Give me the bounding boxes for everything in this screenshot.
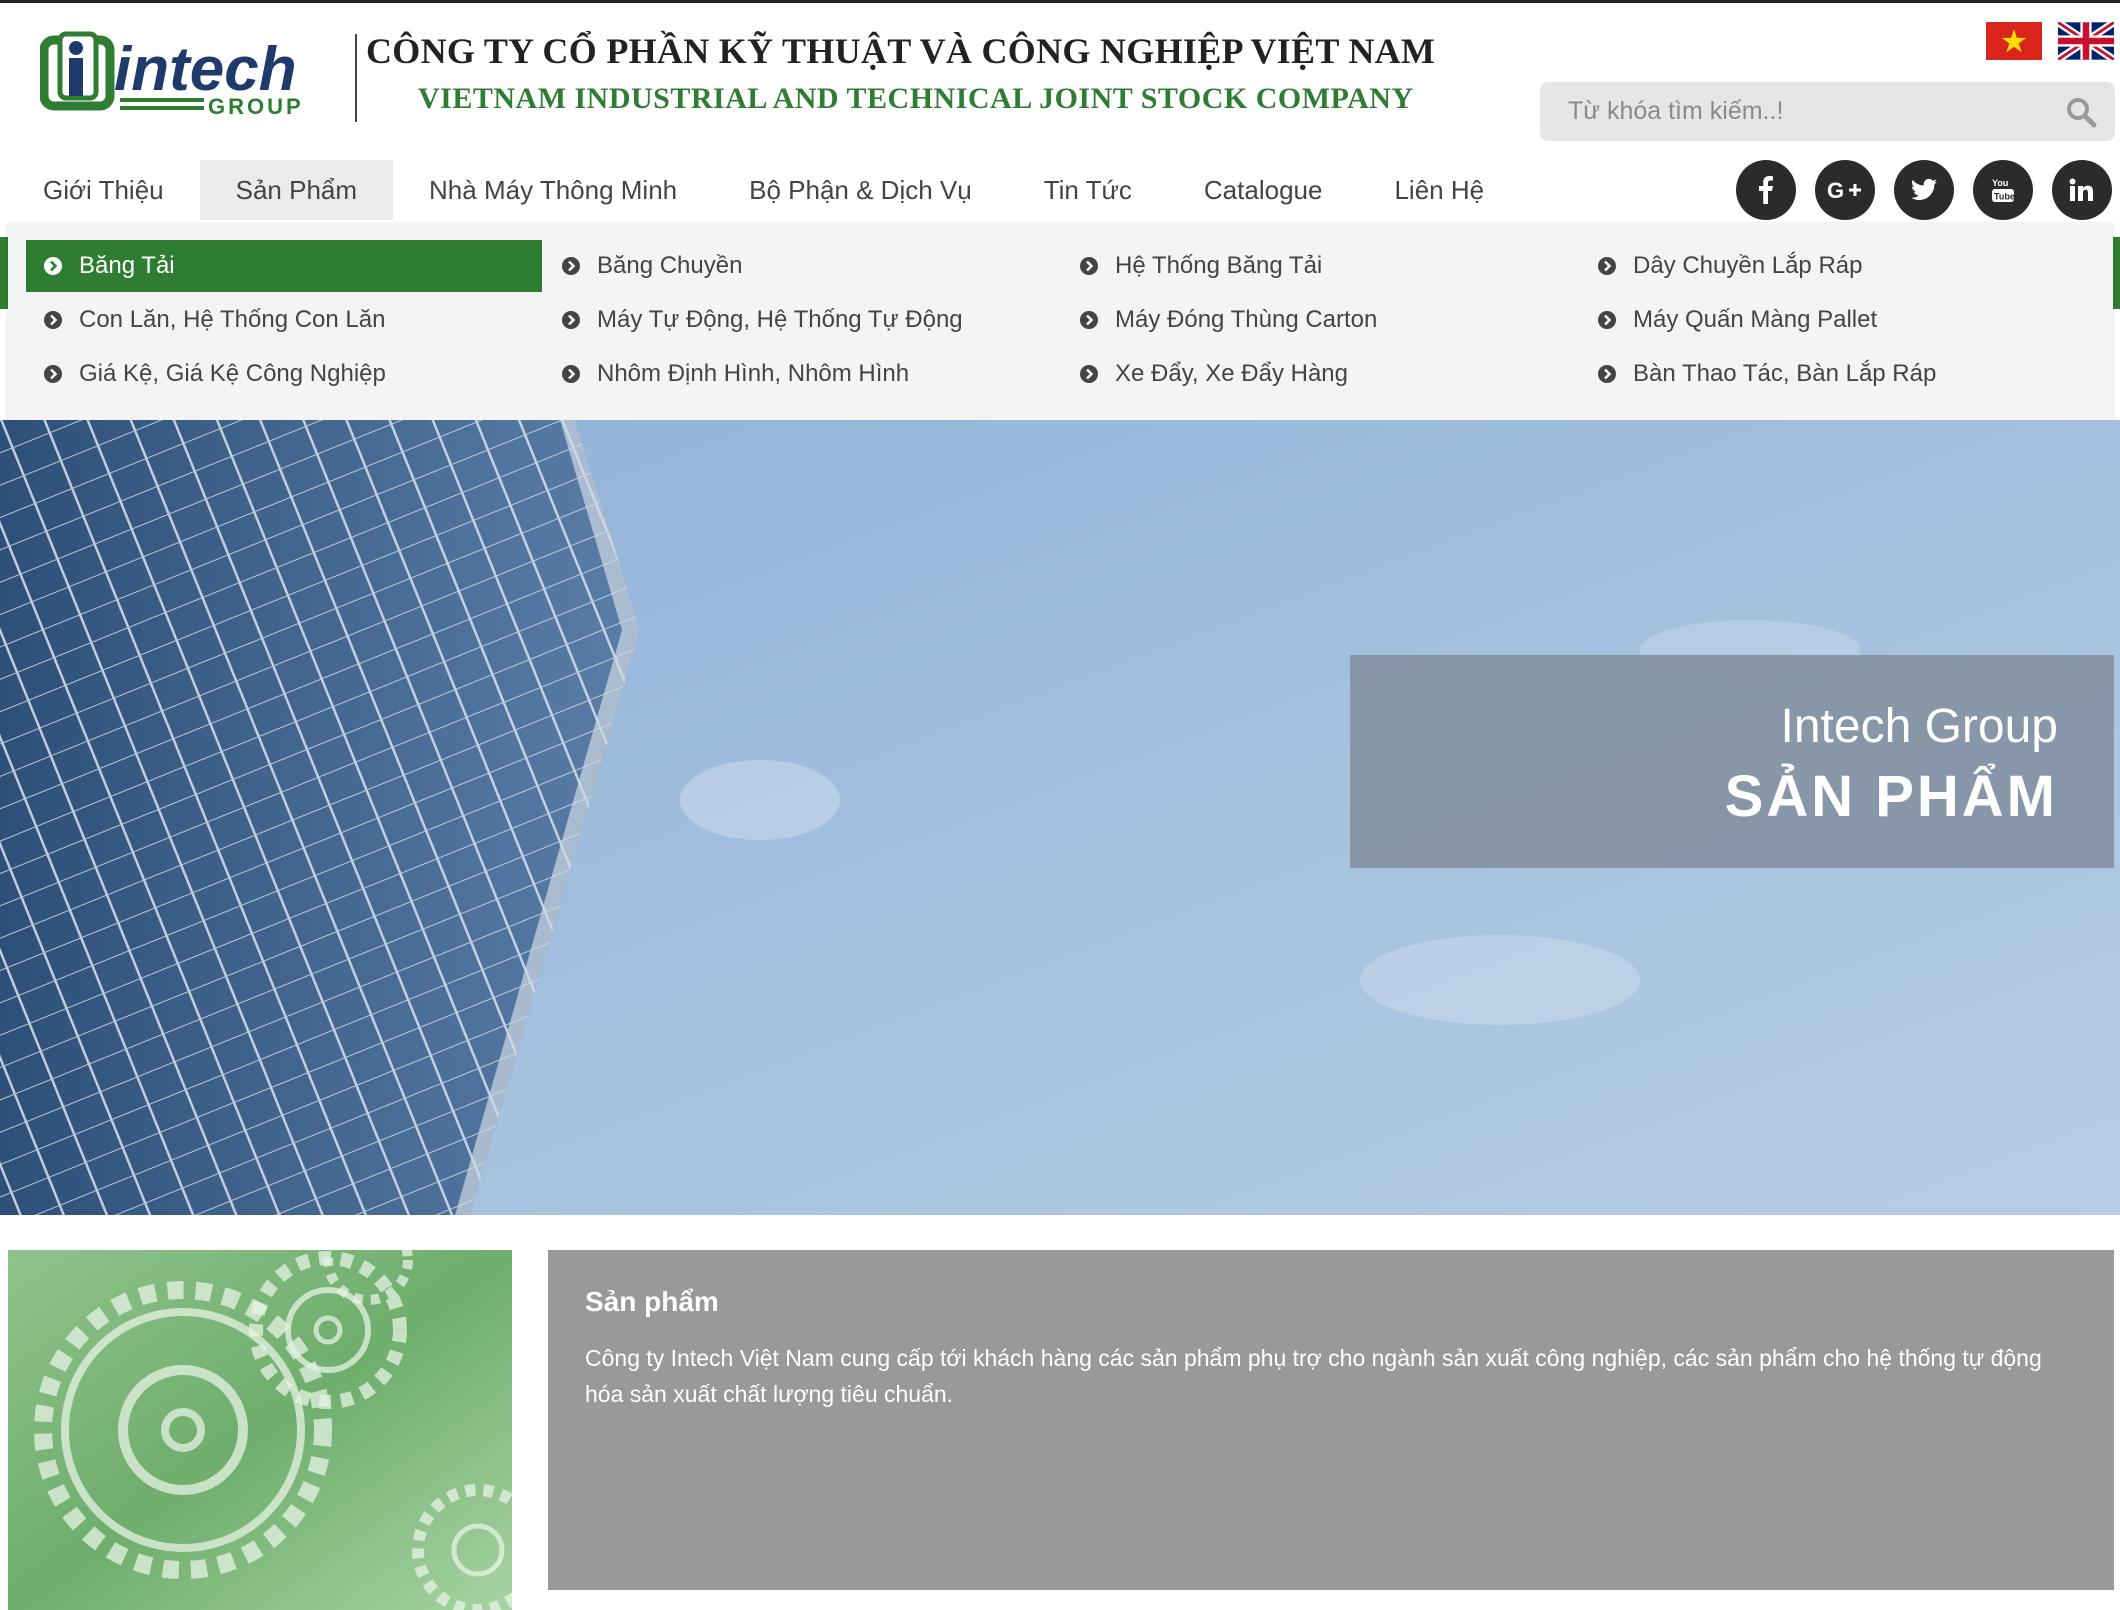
dropdown-item-label: Dây Chuyền Lắp Ráp bbox=[1633, 252, 1863, 279]
dropdown-item-may-dong-thung-carton[interactable]: Máy Đóng Thùng Carton bbox=[1062, 294, 1578, 346]
info-description: Công ty Intech Việt Nam cung cấp tới khá… bbox=[585, 1345, 2042, 1407]
chevron-circle-right-icon bbox=[1080, 365, 1098, 383]
svg-text:Tube: Tube bbox=[1994, 192, 2015, 202]
company-name-en: VIETNAM INDUSTRIAL AND TECHNICAL JOINT S… bbox=[418, 82, 1414, 115]
dropdown-item-label: Băng Tải bbox=[79, 252, 175, 279]
dropdown-item-bang-tai[interactable]: Băng Tải bbox=[26, 240, 542, 292]
chevron-circle-right-icon bbox=[1598, 365, 1616, 383]
hero-subtitle: Intech Group bbox=[1780, 700, 2059, 753]
dropdown-item-label: Xe Đẩy, Xe Đẩy Hàng bbox=[1115, 360, 1349, 387]
logo-divider bbox=[355, 34, 357, 122]
dropdown-item-xe-day[interactable]: Xe Đẩy, Xe Đẩy Hàng bbox=[1062, 348, 1578, 400]
chevron-circle-right-icon bbox=[1598, 311, 1616, 329]
dropdown-item-bang-chuyen[interactable]: Băng Chuyền bbox=[544, 240, 1060, 292]
search-box bbox=[1540, 82, 2115, 141]
nav-item-tin-tuc[interactable]: Tin Tức bbox=[1008, 160, 1168, 220]
chevron-circle-right-icon bbox=[44, 257, 62, 275]
nav-item-san-pham[interactable]: Sản Phẩm bbox=[199, 160, 394, 220]
chevron-circle-right-icon bbox=[1080, 257, 1098, 275]
dropdown-item-may-quan-mang-pallet[interactable]: Máy Quấn Màng Pallet bbox=[1580, 294, 2096, 346]
google-plus-icon[interactable]: G bbox=[1815, 160, 1875, 220]
chevron-circle-right-icon bbox=[562, 365, 580, 383]
chevron-circle-right-icon bbox=[44, 311, 62, 329]
chevron-circle-right-icon bbox=[562, 311, 580, 329]
dropdown-item-day-chuyen-lap-rap[interactable]: Dây Chuyền Lắp Ráp bbox=[1580, 240, 2096, 292]
gears-image bbox=[8, 1250, 512, 1610]
logo-sub: GROUP bbox=[208, 94, 304, 119]
dropdown-item-label: Bàn Thao Tác, Bàn Lắp Ráp bbox=[1633, 360, 1937, 387]
nav-item-bo-phan-dich-vu[interactable]: Bộ Phận & Dịch Vụ bbox=[713, 160, 1008, 220]
products-dropdown-menu: Băng Tải Băng Chuyền Hệ Thống Băng Tải D… bbox=[8, 222, 2113, 420]
svg-text:G: G bbox=[1827, 178, 1844, 202]
dropdown-item-label: Con Lăn, Hệ Thống Con Lăn bbox=[79, 306, 386, 333]
svg-text:You: You bbox=[1992, 178, 2008, 188]
facebook-icon[interactable] bbox=[1736, 160, 1796, 220]
hero-caption-box: Intech Group SẢN PHẨM bbox=[1350, 655, 2114, 868]
intech-logo[interactable]: intech GROUP bbox=[39, 30, 330, 120]
search-icon[interactable] bbox=[2065, 96, 2097, 128]
chevron-circle-right-icon bbox=[44, 365, 62, 383]
dropdown-item-label: Nhôm Định Hình, Nhôm Hình bbox=[597, 360, 910, 387]
dropdown-item-label: Băng Chuyền bbox=[597, 252, 743, 279]
dropdown-item-label: Hệ Thống Băng Tải bbox=[1115, 252, 1323, 279]
product-info-box: Sản phẩm Công ty Intech Việt Nam cung cấ… bbox=[548, 1250, 2114, 1590]
nav-item-gioi-thieu[interactable]: Giới Thiệu bbox=[0, 160, 200, 220]
dropdown-item-gia-ke[interactable]: Giá Kệ, Giá Kệ Công Nghiệp bbox=[26, 348, 542, 400]
dropdown-item-label: Máy Quấn Màng Pallet bbox=[1633, 306, 1878, 333]
vietnam-flag-icon[interactable] bbox=[1986, 22, 2042, 60]
dropdown-item-label: Giá Kệ, Giá Kệ Công Nghiệp bbox=[79, 360, 386, 387]
hero-banner: Intech Group SẢN PHẨM bbox=[0, 420, 2120, 1215]
chevron-circle-right-icon bbox=[1080, 311, 1098, 329]
dropdown-item-he-thong-bang-tai[interactable]: Hệ Thống Băng Tải bbox=[1062, 240, 1578, 292]
dropdown-item-nhom-dinh-hinh[interactable]: Nhôm Định Hình, Nhôm Hình bbox=[544, 348, 1060, 400]
chevron-circle-right-icon bbox=[1598, 257, 1616, 275]
top-border bbox=[0, 0, 2120, 3]
dropdown-item-label: Máy Tự Động, Hệ Thống Tự Động bbox=[597, 306, 963, 333]
linkedin-icon[interactable] bbox=[2052, 160, 2112, 220]
dropdown-item-ban-thao-tac[interactable]: Bàn Thao Tác, Bàn Lắp Ráp bbox=[1580, 348, 2096, 400]
dropdown-item-con-lan[interactable]: Con Lăn, Hệ Thống Con Lăn bbox=[26, 294, 542, 346]
main-nav: Giới Thiệu Sản Phẩm Nhà Máy Thông Minh B… bbox=[0, 160, 1520, 220]
dropdown-item-label: Máy Đóng Thùng Carton bbox=[1115, 306, 1378, 333]
search-input[interactable] bbox=[1540, 82, 2068, 141]
uk-flag-icon[interactable] bbox=[2055, 19, 2117, 63]
nav-item-catalogue[interactable]: Catalogue bbox=[1168, 160, 1359, 220]
info-title: Sản phẩm bbox=[585, 1286, 719, 1317]
youtube-icon[interactable]: You Tube bbox=[1973, 160, 2033, 220]
company-name-vn: CÔNG TY CỔ PHẦN KỸ THUẬT VÀ CÔNG NGHIỆP … bbox=[366, 31, 1436, 71]
dropdown-item-may-tu-dong[interactable]: Máy Tự Động, Hệ Thống Tự Động bbox=[544, 294, 1060, 346]
chevron-circle-right-icon bbox=[562, 257, 580, 275]
nav-item-lien-he[interactable]: Liên Hệ bbox=[1358, 160, 1520, 220]
twitter-icon[interactable] bbox=[1894, 160, 1954, 220]
hero-title: SẢN PHẨM bbox=[1724, 764, 2058, 829]
nav-item-nha-may-thong-minh[interactable]: Nhà Máy Thông Minh bbox=[393, 160, 713, 220]
